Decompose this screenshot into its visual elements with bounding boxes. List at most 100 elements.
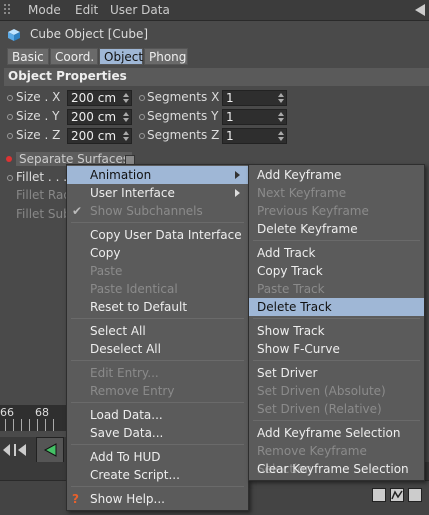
submenu-item-paste-track[interactable]: Paste Track: [249, 280, 424, 298]
submenu-item-clear-keyframe-selection[interactable]: Clear Keyframe Selection: [249, 460, 424, 478]
layout-icon[interactable]: [408, 488, 422, 502]
submenu-item-set-driver[interactable]: Set Driver: [249, 364, 424, 382]
menu-item-edit-entry[interactable]: Edit Entry...: [67, 364, 248, 382]
grip-icon: [4, 4, 14, 16]
submenu-item-copy-track[interactable]: Copy Track: [249, 262, 424, 280]
segments-z-label: Segments Z: [147, 128, 220, 142]
fcurve-mode-icon[interactable]: [390, 488, 404, 502]
cube-icon: [8, 29, 20, 41]
play-reverse-button[interactable]: [36, 437, 64, 463]
segments-y-field[interactable]: 1: [222, 109, 287, 125]
menu-separator: [253, 318, 420, 319]
menu-item-paste[interactable]: Paste: [67, 262, 248, 280]
segments-z-field[interactable]: 1: [222, 128, 287, 144]
menu-separator: [71, 360, 244, 361]
fillet-subdivision-label: Fillet Sub: [16, 207, 71, 221]
menu-item-select-all[interactable]: Select All: [67, 322, 248, 340]
submenu-item-add-keyframe-selection[interactable]: Add Keyframe Selection: [249, 424, 424, 442]
submenu-item-show-f-curve[interactable]: Show F-Curve: [249, 340, 424, 358]
menu-item-create-script[interactable]: Create Script...: [67, 466, 248, 484]
menu-item-show-subchannels[interactable]: ✔ Show Subchannels: [67, 202, 248, 220]
object-title: Cube Object [Cube]: [30, 27, 149, 41]
tab-object[interactable]: Object: [99, 48, 143, 65]
menu-mode[interactable]: Mode: [28, 3, 61, 17]
menu-item-animation[interactable]: Animation: [67, 166, 248, 184]
menu-item-remove-entry[interactable]: Remove Entry: [67, 382, 248, 400]
menu-separator: [71, 222, 244, 223]
fillet-label: Fillet . . .: [16, 170, 68, 184]
size-y-label: Size . Y: [16, 109, 60, 123]
submenu-item-previous-keyframe[interactable]: Previous Keyframe: [249, 202, 424, 220]
anim-dot-icon[interactable]: [139, 114, 145, 120]
size-x-label: Size . X: [16, 90, 61, 104]
size-z-label: Size . Z: [16, 128, 61, 142]
ruler-tick-68: 68: [35, 406, 49, 419]
anim-dot-icon[interactable]: [139, 133, 145, 139]
menu-separator: [253, 420, 420, 421]
spinner-icon: [278, 131, 284, 141]
tab-phong[interactable]: Phong: [144, 48, 188, 65]
menu-item-reset-to-default[interactable]: Reset to Default: [67, 298, 248, 316]
menu-item-show-help[interactable]: ? Show Help...: [67, 490, 248, 508]
submenu-item-remove-keyframe-selection[interactable]: Remove Keyframe Selection: [249, 442, 424, 476]
segments-x-field[interactable]: 1: [222, 90, 287, 106]
anim-dot-icon[interactable]: [139, 95, 145, 101]
menu-item-deselect-all[interactable]: Deselect All: [67, 340, 248, 358]
anim-dot-icon[interactable]: [7, 95, 13, 101]
spinner-icon: [123, 131, 129, 141]
keyframe-dot-icon[interactable]: [6, 156, 12, 162]
back-arrow-icon[interactable]: [415, 4, 425, 16]
help-icon: ?: [72, 492, 79, 506]
menu-edit[interactable]: Edit: [75, 3, 98, 17]
timeline-ruler[interactable]: 66 68: [0, 405, 66, 431]
menu-item-add-to-hud[interactable]: Add To HUD: [67, 448, 248, 466]
menu-separator: [71, 402, 244, 403]
fillet-radius-label: Fillet Rad: [16, 188, 71, 202]
submenu-item-add-keyframe[interactable]: Add Keyframe: [249, 166, 424, 184]
spinner-icon: [278, 112, 284, 122]
context-menu: Animation User Interface ✔ Show Subchann…: [66, 164, 249, 511]
menu-bar: Mode Edit User Data: [0, 0, 429, 21]
menu-item-copy-user-data-interface[interactable]: Copy User Data Interface: [67, 226, 248, 244]
size-z-field[interactable]: 200 cm: [67, 128, 132, 144]
tab-coord[interactable]: Coord.: [50, 48, 98, 65]
submenu-item-next-keyframe[interactable]: Next Keyframe: [249, 184, 424, 202]
ruler-tick-66: 66: [0, 406, 14, 419]
submenu-item-delete-track[interactable]: Delete Track: [249, 298, 424, 316]
tab-basic[interactable]: Basic: [7, 48, 49, 65]
size-x-field[interactable]: 200 cm: [67, 90, 132, 106]
submenu-item-show-track[interactable]: Show Track: [249, 322, 424, 340]
menu-user-data[interactable]: User Data: [110, 3, 170, 17]
submenu-item-set-driven-absolute[interactable]: Set Driven (Absolute): [249, 382, 424, 400]
spinner-icon: [278, 93, 284, 103]
submenu-item-add-track[interactable]: Add Track: [249, 244, 424, 262]
submenu-arrow-icon: [235, 189, 240, 197]
step-back-icon[interactable]: [2, 443, 12, 457]
anim-dot-icon[interactable]: [7, 133, 13, 139]
anim-dot-icon[interactable]: [7, 175, 13, 181]
spinner-icon: [123, 93, 129, 103]
menu-separator: [71, 486, 244, 487]
section-object-properties: Object Properties: [4, 68, 429, 86]
submenu-arrow-icon: [235, 171, 240, 179]
submenu-item-set-driven-relative[interactable]: Set Driven (Relative): [249, 400, 424, 418]
anim-dot-icon[interactable]: [7, 114, 13, 120]
menu-separator: [253, 360, 420, 361]
size-y-field[interactable]: 200 cm: [67, 109, 132, 125]
menu-item-copy[interactable]: Copy: [67, 244, 248, 262]
menu-separator: [253, 240, 420, 241]
segments-x-label: Segments X: [147, 90, 220, 104]
animation-submenu: Add Keyframe Next Keyframe Previous Keyf…: [248, 164, 425, 481]
prev-key-icon[interactable]: [14, 443, 28, 457]
menu-item-user-interface[interactable]: User Interface: [67, 184, 248, 202]
checkmark-icon: ✔: [72, 204, 83, 218]
keyframe-mode-icon[interactable]: [372, 488, 386, 502]
menu-item-save-data[interactable]: Save Data...: [67, 424, 248, 442]
segments-y-label: Segments Y: [147, 109, 219, 123]
menu-separator: [71, 444, 244, 445]
spinner-icon: [123, 112, 129, 122]
playback-controls: [0, 437, 66, 463]
submenu-item-delete-keyframe[interactable]: Delete Keyframe: [249, 220, 424, 238]
menu-item-paste-identical[interactable]: Paste Identical: [67, 280, 248, 298]
menu-item-load-data[interactable]: Load Data...: [67, 406, 248, 424]
